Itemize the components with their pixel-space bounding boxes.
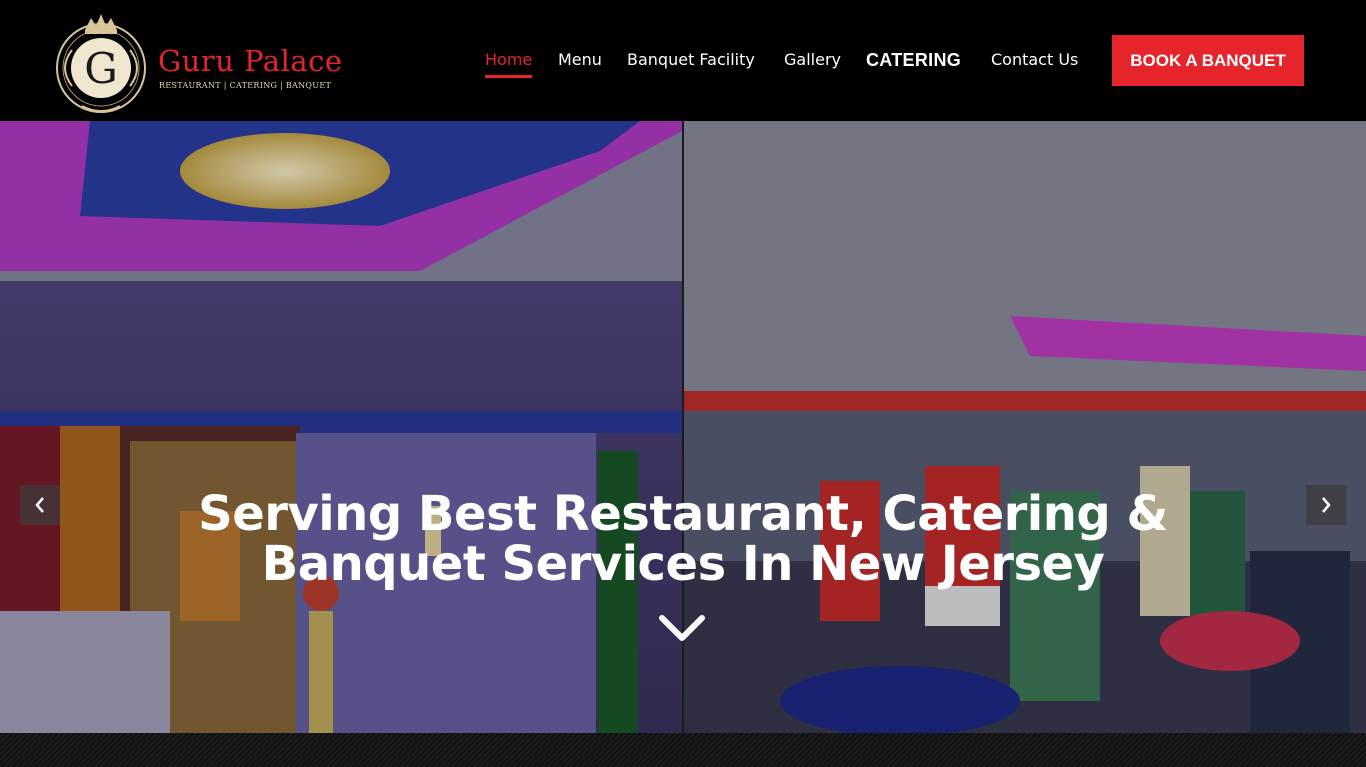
nav-catering[interactable]: CATERING bbox=[866, 49, 961, 71]
brand-name: Guru Palace bbox=[158, 44, 343, 78]
site-header: G Guru Palace RESTAURANT | CATERING | BA… bbox=[0, 0, 1366, 121]
chevron-left-icon bbox=[35, 497, 44, 513]
hero-headline: Serving Best Restaurant, Catering & Banq… bbox=[0, 489, 1366, 589]
nav-banquet-facility[interactable]: Banquet Facility bbox=[627, 49, 755, 71]
crown-monogram-emblem: G bbox=[56, 14, 146, 113]
nav-menu[interactable]: Menu bbox=[558, 49, 602, 71]
book-banquet-button[interactable]: BOOK A BANQUET bbox=[1112, 35, 1304, 86]
section-divider-pattern bbox=[0, 733, 1366, 767]
scroll-down-button[interactable] bbox=[658, 612, 706, 644]
svg-text:G: G bbox=[84, 44, 118, 93]
chevron-down-icon bbox=[659, 615, 705, 641]
chevron-right-icon bbox=[1322, 497, 1331, 513]
nav-gallery[interactable]: Gallery bbox=[784, 49, 841, 71]
hero-headline-line1: Serving Best Restaurant, Catering & bbox=[198, 486, 1168, 542]
nav-home[interactable]: Home bbox=[485, 49, 533, 78]
hero-slider: Serving Best Restaurant, Catering & Banq… bbox=[0, 121, 1366, 733]
slider-prev-button[interactable] bbox=[20, 485, 60, 525]
site-logo[interactable]: G Guru Palace RESTAURANT | CATERING | BA… bbox=[52, 10, 342, 116]
slider-next-button[interactable] bbox=[1306, 485, 1346, 525]
hero-headline-line2: Banquet Services In New Jersey bbox=[261, 536, 1105, 592]
brand-tagline: RESTAURANT | CATERING | BANQUET bbox=[159, 81, 332, 90]
nav-contact-us[interactable]: Contact Us bbox=[991, 49, 1078, 71]
